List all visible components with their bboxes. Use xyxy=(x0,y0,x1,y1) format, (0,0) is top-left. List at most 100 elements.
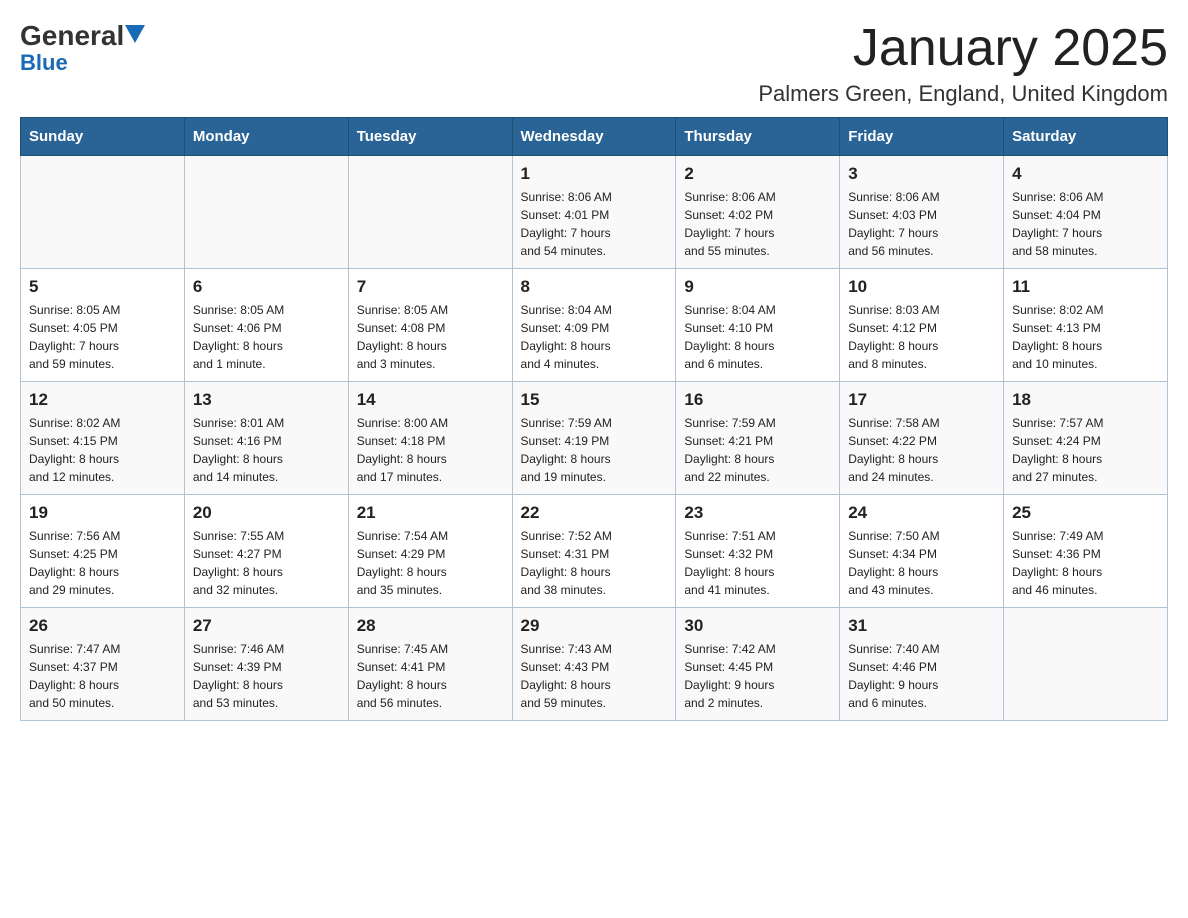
day-info: Sunrise: 7:46 AM Sunset: 4:39 PM Dayligh… xyxy=(193,640,340,712)
day-number: 11 xyxy=(1012,277,1159,297)
day-info: Sunrise: 8:05 AM Sunset: 4:08 PM Dayligh… xyxy=(357,301,504,373)
day-info: Sunrise: 8:06 AM Sunset: 4:04 PM Dayligh… xyxy=(1012,188,1159,260)
day-cell: 3 Sunrise: 8:06 AM Sunset: 4:03 PM Daylig… xyxy=(840,156,1004,269)
day-cell: 9Sunrise: 8:04 AM Sunset: 4:10 PM Daylig… xyxy=(676,269,840,382)
day-info: Sunrise: 7:54 AM Sunset: 4:29 PM Dayligh… xyxy=(357,527,504,599)
day-number: 21 xyxy=(357,503,504,523)
day-number: 10 xyxy=(848,277,995,297)
day-cell xyxy=(348,156,512,269)
day-number: 24 xyxy=(848,503,995,523)
day-info: Sunrise: 8:04 AM Sunset: 4:10 PM Dayligh… xyxy=(684,301,831,373)
day-cell: 7Sunrise: 8:05 AM Sunset: 4:08 PM Daylig… xyxy=(348,269,512,382)
day-info: Sunrise: 8:02 AM Sunset: 4:13 PM Dayligh… xyxy=(1012,301,1159,373)
day-cell: 23 Sunrise: 7:51 AM Sunset: 4:32 PM Dayli… xyxy=(676,495,840,608)
day-info: Sunrise: 7:42 AM Sunset: 4:45 PM Dayligh… xyxy=(684,640,831,712)
logo-blue-text: Blue xyxy=(20,50,68,76)
day-number: 2 xyxy=(684,164,831,184)
day-number: 1 xyxy=(521,164,668,184)
day-number: 6 xyxy=(193,277,340,297)
day-number: 8 xyxy=(521,277,668,297)
calendar-table: Sunday Monday Tuesday Wednesday Thursday… xyxy=(20,117,1168,721)
day-number: 13 xyxy=(193,390,340,410)
day-number: 25 xyxy=(1012,503,1159,523)
day-info: Sunrise: 7:43 AM Sunset: 4:43 PM Dayligh… xyxy=(521,640,668,712)
day-info: Sunrise: 8:04 AM Sunset: 4:09 PM Dayligh… xyxy=(521,301,668,373)
day-cell: 5 Sunrise: 8:05 AM Sunset: 4:05 PM Daylig… xyxy=(21,269,185,382)
day-info: Sunrise: 7:45 AM Sunset: 4:41 PM Dayligh… xyxy=(357,640,504,712)
week-row-4: 19 Sunrise: 7:56 AM Sunset: 4:25 PM Dayli… xyxy=(21,495,1168,608)
day-cell: 4 Sunrise: 8:06 AM Sunset: 4:04 PM Daylig… xyxy=(1004,156,1168,269)
day-cell: 16 Sunrise: 7:59 AM Sunset: 4:21 PM Dayli… xyxy=(676,382,840,495)
day-cell: 30 Sunrise: 7:42 AM Sunset: 4:45 PM Dayli… xyxy=(676,608,840,721)
day-cell: 26Sunrise: 7:47 AM Sunset: 4:37 PM Dayli… xyxy=(21,608,185,721)
day-number: 12 xyxy=(29,390,176,410)
day-cell xyxy=(184,156,348,269)
col-sunday: Sunday xyxy=(21,118,185,156)
col-monday: Monday xyxy=(184,118,348,156)
day-number: 3 xyxy=(848,164,995,184)
day-info: Sunrise: 8:06 AM Sunset: 4:01 PM Dayligh… xyxy=(521,188,668,260)
day-number: 20 xyxy=(193,503,340,523)
header-row: Sunday Monday Tuesday Wednesday Thursday… xyxy=(21,118,1168,156)
week-row-5: 26Sunrise: 7:47 AM Sunset: 4:37 PM Dayli… xyxy=(21,608,1168,721)
day-cell: 31 Sunrise: 7:40 AM Sunset: 4:46 PM Dayli… xyxy=(840,608,1004,721)
day-number: 4 xyxy=(1012,164,1159,184)
day-info: Sunrise: 7:49 AM Sunset: 4:36 PM Dayligh… xyxy=(1012,527,1159,599)
day-cell: 18 Sunrise: 7:57 AM Sunset: 4:24 PM Dayli… xyxy=(1004,382,1168,495)
day-number: 27 xyxy=(193,616,340,636)
day-cell: 12Sunrise: 8:02 AM Sunset: 4:15 PM Dayli… xyxy=(21,382,185,495)
title-area: January 2025 Palmers Green, England, Uni… xyxy=(758,20,1168,107)
col-tuesday: Tuesday xyxy=(348,118,512,156)
day-cell: 22Sunrise: 7:52 AM Sunset: 4:31 PM Dayli… xyxy=(512,495,676,608)
day-cell: 1 Sunrise: 8:06 AM Sunset: 4:01 PM Daylig… xyxy=(512,156,676,269)
day-info: Sunrise: 8:06 AM Sunset: 4:02 PM Dayligh… xyxy=(684,188,831,260)
day-number: 16 xyxy=(684,390,831,410)
week-row-1: 1 Sunrise: 8:06 AM Sunset: 4:01 PM Daylig… xyxy=(21,156,1168,269)
header: General Blue January 2025 Palmers Green,… xyxy=(20,20,1168,107)
day-cell: 29Sunrise: 7:43 AM Sunset: 4:43 PM Dayli… xyxy=(512,608,676,721)
day-cell xyxy=(1004,608,1168,721)
day-number: 31 xyxy=(848,616,995,636)
day-cell: 14Sunrise: 8:00 AM Sunset: 4:18 PM Dayli… xyxy=(348,382,512,495)
day-cell xyxy=(21,156,185,269)
day-info: Sunrise: 8:05 AM Sunset: 4:05 PM Dayligh… xyxy=(29,301,176,373)
day-cell: 25 Sunrise: 7:49 AM Sunset: 4:36 PM Dayli… xyxy=(1004,495,1168,608)
day-cell: 21 Sunrise: 7:54 AM Sunset: 4:29 PM Dayli… xyxy=(348,495,512,608)
day-info: Sunrise: 8:06 AM Sunset: 4:03 PM Dayligh… xyxy=(848,188,995,260)
col-saturday: Saturday xyxy=(1004,118,1168,156)
col-thursday: Thursday xyxy=(676,118,840,156)
day-info: Sunrise: 8:01 AM Sunset: 4:16 PM Dayligh… xyxy=(193,414,340,486)
day-number: 23 xyxy=(684,503,831,523)
day-info: Sunrise: 8:03 AM Sunset: 4:12 PM Dayligh… xyxy=(848,301,995,373)
day-info: Sunrise: 7:40 AM Sunset: 4:46 PM Dayligh… xyxy=(848,640,995,712)
day-cell: 28Sunrise: 7:45 AM Sunset: 4:41 PM Dayli… xyxy=(348,608,512,721)
col-wednesday: Wednesday xyxy=(512,118,676,156)
week-row-3: 12Sunrise: 8:02 AM Sunset: 4:15 PM Dayli… xyxy=(21,382,1168,495)
day-info: Sunrise: 8:05 AM Sunset: 4:06 PM Dayligh… xyxy=(193,301,340,373)
day-cell: 13 Sunrise: 8:01 AM Sunset: 4:16 PM Dayli… xyxy=(184,382,348,495)
day-cell: 11 Sunrise: 8:02 AM Sunset: 4:13 PM Dayli… xyxy=(1004,269,1168,382)
day-info: Sunrise: 7:56 AM Sunset: 4:25 PM Dayligh… xyxy=(29,527,176,599)
day-cell: 2 Sunrise: 8:06 AM Sunset: 4:02 PM Daylig… xyxy=(676,156,840,269)
day-info: Sunrise: 7:55 AM Sunset: 4:27 PM Dayligh… xyxy=(193,527,340,599)
day-number: 5 xyxy=(29,277,176,297)
day-info: Sunrise: 7:50 AM Sunset: 4:34 PM Dayligh… xyxy=(848,527,995,599)
day-info: Sunrise: 7:51 AM Sunset: 4:32 PM Dayligh… xyxy=(684,527,831,599)
day-cell: 20 Sunrise: 7:55 AM Sunset: 4:27 PM Dayli… xyxy=(184,495,348,608)
day-cell: 19 Sunrise: 7:56 AM Sunset: 4:25 PM Dayli… xyxy=(21,495,185,608)
day-cell: 27 Sunrise: 7:46 AM Sunset: 4:39 PM Dayli… xyxy=(184,608,348,721)
col-friday: Friday xyxy=(840,118,1004,156)
day-number: 30 xyxy=(684,616,831,636)
month-title: January 2025 xyxy=(758,20,1168,77)
day-number: 17 xyxy=(848,390,995,410)
location-text: Palmers Green, England, United Kingdom xyxy=(758,81,1168,107)
day-number: 18 xyxy=(1012,390,1159,410)
day-cell: 10 Sunrise: 8:03 AM Sunset: 4:12 PM Dayli… xyxy=(840,269,1004,382)
day-info: Sunrise: 7:59 AM Sunset: 4:19 PM Dayligh… xyxy=(521,414,668,486)
logo: General Blue xyxy=(20,20,145,76)
logo-general-text: General xyxy=(20,20,124,52)
day-info: Sunrise: 7:59 AM Sunset: 4:21 PM Dayligh… xyxy=(684,414,831,486)
day-number: 19 xyxy=(29,503,176,523)
day-cell: 17Sunrise: 7:58 AM Sunset: 4:22 PM Dayli… xyxy=(840,382,1004,495)
day-info: Sunrise: 7:57 AM Sunset: 4:24 PM Dayligh… xyxy=(1012,414,1159,486)
